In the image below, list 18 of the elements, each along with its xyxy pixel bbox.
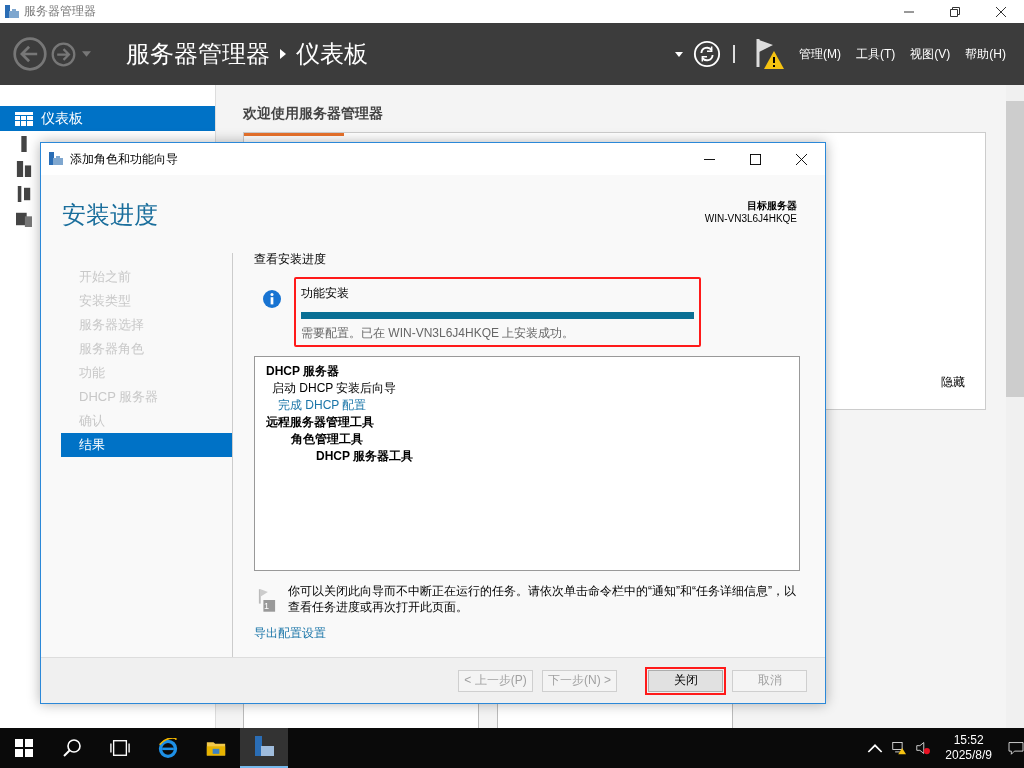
- welcome-title: 欢迎使用服务器管理器: [243, 105, 384, 123]
- dialog-title: 添加角色和功能向导: [70, 150, 178, 168]
- result-item: 启动 DHCP 安装后向导: [272, 380, 398, 397]
- result-item: 远程服务器管理工具: [266, 414, 375, 431]
- result-item: DHCP 服务器工具: [316, 448, 415, 465]
- target-server-label: 目标服务器: [747, 199, 797, 213]
- result-item: 角色管理工具: [291, 431, 364, 448]
- result-item: DHCP 服务器: [266, 363, 341, 380]
- page-heading: 安装进度: [62, 200, 158, 230]
- notification-count: 1: [264, 601, 269, 611]
- breadcrumb-page: 仪表板: [296, 39, 368, 69]
- window-title: 服务器管理器: [24, 3, 96, 20]
- note-text: 你可以关闭此向导而不中断正在运行的任务。请依次单击命令栏中的“通知”和“任务详细信息”，以查看任务进度或再次打开此页面。: [288, 583, 797, 615]
- sidebar-label: 仪表板: [41, 109, 83, 128]
- progress-title: 功能安装: [301, 285, 350, 302]
- section-title: 查看安装进度: [254, 251, 327, 268]
- target-server-name: WIN-VN3L6J4HKQE: [704, 213, 797, 224]
- progress-message: 需要配置。已在 WIN-VN3L6J4HKQE 上安装成功。: [301, 325, 576, 342]
